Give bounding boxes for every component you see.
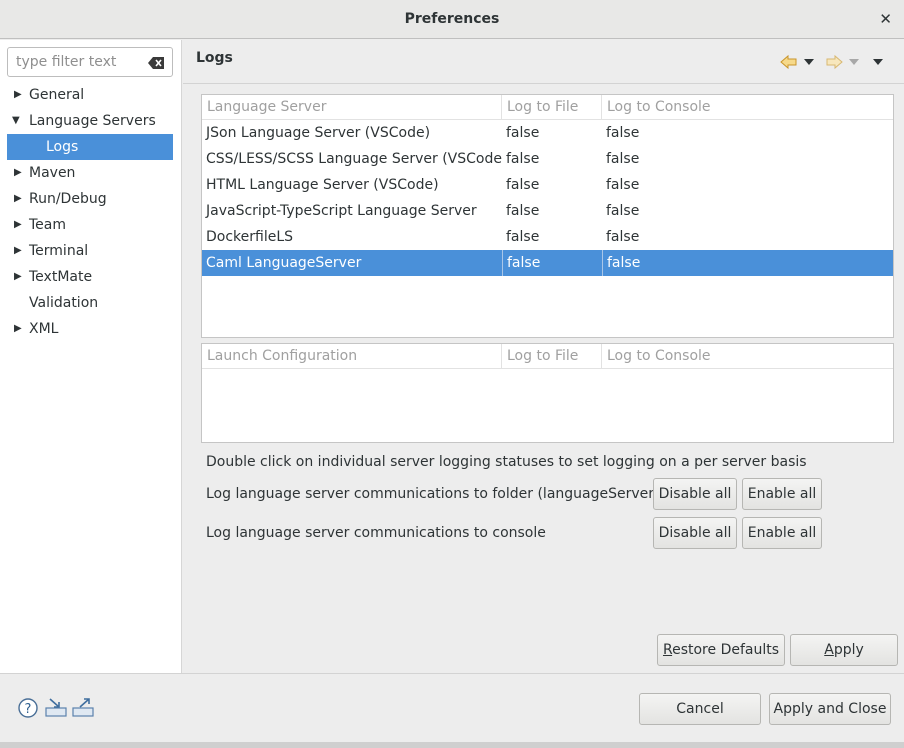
language-servers-table: Language Server Log to File Log to Conso… bbox=[201, 94, 894, 338]
tree-item-terminal[interactable]: ▶ Terminal bbox=[0, 238, 182, 264]
tree-item-label: Run/Debug bbox=[29, 191, 107, 207]
tree-item-label: Team bbox=[29, 217, 67, 233]
collapse-arrow-icon[interactable]: ▼ bbox=[12, 108, 20, 134]
tree-item-general[interactable]: ▶ General bbox=[0, 82, 182, 108]
preferences-tree-panel: ▶ General ▼ Language Servers Logs ▶ Mave… bbox=[0, 40, 182, 673]
import-icon[interactable] bbox=[45, 698, 67, 718]
page-title: Logs bbox=[196, 50, 233, 66]
tree-item-logs[interactable]: Logs bbox=[7, 134, 173, 160]
header-divider bbox=[183, 83, 904, 84]
cell-log-to-console[interactable]: false bbox=[602, 198, 893, 224]
table-row[interactable]: Caml LanguageServer false false bbox=[202, 250, 893, 276]
table-header: Language Server Log to File Log to Conso… bbox=[202, 95, 893, 120]
log-to-folder-label: Log language server communications to fo… bbox=[206, 486, 694, 502]
expand-arrow-icon[interactable]: ▶ bbox=[14, 186, 22, 212]
tree-item-maven[interactable]: ▶ Maven bbox=[0, 160, 182, 186]
tree-item-run-debug[interactable]: ▶ Run/Debug bbox=[0, 186, 182, 212]
dialog-button-bar: ? Cancel Apply and Close bbox=[0, 673, 904, 742]
column-header-log-to-file[interactable]: Log to File bbox=[502, 95, 602, 120]
forward-menu-chevron-down-icon[interactable] bbox=[849, 59, 859, 65]
apply-button[interactable]: Apply bbox=[790, 634, 898, 666]
cell-server-name[interactable]: CSS/LESS/SCSS Language Server (VSCode) bbox=[202, 146, 502, 172]
export-icon[interactable] bbox=[72, 698, 94, 718]
close-icon[interactable]: ✕ bbox=[879, 10, 892, 28]
launch-configurations-table: Launch Configuration Log to File Log to … bbox=[201, 343, 894, 443]
cell-log-to-file[interactable]: false bbox=[502, 146, 602, 172]
table-row[interactable]: JavaScript-TypeScript Language Server fal… bbox=[202, 198, 893, 224]
cell-server-name[interactable]: JSon Language Server (VSCode) bbox=[202, 120, 502, 146]
tree-item-label: Language Servers bbox=[29, 113, 156, 129]
expand-arrow-icon[interactable]: ▶ bbox=[14, 238, 22, 264]
folder-enable-all-button[interactable]: Enable all bbox=[742, 478, 822, 510]
tree-item-xml[interactable]: ▶ XML bbox=[0, 316, 182, 342]
column-header-log-to-console[interactable]: Log to Console bbox=[602, 344, 893, 369]
cell-log-to-console[interactable]: false bbox=[602, 250, 893, 276]
filter-box bbox=[7, 47, 173, 77]
clear-filter-icon[interactable] bbox=[148, 57, 164, 69]
expand-arrow-icon[interactable]: ▶ bbox=[14, 264, 22, 290]
hint-text: Double click on individual server loggin… bbox=[206, 454, 807, 470]
tree-item-validation[interactable]: Validation bbox=[0, 290, 182, 316]
preferences-window: Preferences ✕ ▶ General ▼ Language Serve… bbox=[0, 0, 904, 742]
console-enable-all-button[interactable]: Enable all bbox=[742, 517, 822, 549]
table-row[interactable]: DockerfileLS false false bbox=[202, 224, 893, 250]
filter-input[interactable] bbox=[8, 48, 146, 76]
back-menu-chevron-down-icon[interactable] bbox=[804, 59, 814, 65]
cell-server-name[interactable]: Caml LanguageServer bbox=[202, 250, 502, 276]
cell-server-name[interactable]: DockerfileLS bbox=[202, 224, 502, 250]
tree-item-team[interactable]: ▶ Team bbox=[0, 212, 182, 238]
cell-log-to-console[interactable]: false bbox=[602, 172, 893, 198]
cell-log-to-file[interactable]: false bbox=[502, 198, 602, 224]
column-header-log-to-file[interactable]: Log to File bbox=[502, 344, 602, 369]
cell-server-name[interactable]: HTML Language Server (VSCode) bbox=[202, 172, 502, 198]
view-menu-chevron-down-icon[interactable] bbox=[873, 59, 883, 65]
cell-log-to-console[interactable]: false bbox=[602, 146, 893, 172]
title-bar: Preferences ✕ bbox=[0, 0, 904, 39]
expand-arrow-icon[interactable]: ▶ bbox=[14, 212, 22, 238]
back-arrow-icon[interactable] bbox=[780, 54, 798, 70]
cell-log-to-file[interactable]: false bbox=[502, 250, 602, 276]
cell-server-name[interactable]: JavaScript-TypeScript Language Server bbox=[202, 198, 502, 224]
cell-log-to-file[interactable]: false bbox=[502, 172, 602, 198]
tree-item-label: TextMate bbox=[29, 269, 93, 285]
restore-defaults-button[interactable]: Restore Defaults bbox=[657, 634, 785, 666]
table-row[interactable]: JSon Language Server (VSCode) false false bbox=[202, 120, 893, 146]
expand-arrow-icon[interactable]: ▶ bbox=[14, 160, 22, 186]
column-header-language-server[interactable]: Language Server bbox=[202, 95, 502, 120]
expand-arrow-icon[interactable]: ▶ bbox=[14, 316, 22, 342]
column-header-launch-configuration[interactable]: Launch Configuration bbox=[202, 344, 502, 369]
cell-log-to-file[interactable]: false bbox=[502, 224, 602, 250]
tree-item-label: General bbox=[29, 87, 85, 103]
tree-item-textmate[interactable]: ▶ TextMate bbox=[0, 264, 182, 290]
svg-text:?: ? bbox=[25, 702, 32, 717]
forward-arrow-icon[interactable] bbox=[825, 54, 843, 70]
tree-item-label: Maven bbox=[29, 165, 76, 181]
cell-log-to-file[interactable]: false bbox=[502, 120, 602, 146]
preference-page: Logs Language Server Log to File Log to … bbox=[183, 40, 904, 673]
table-row[interactable]: CSS/LESS/SCSS Language Server (VSCode) fa… bbox=[202, 146, 893, 172]
window-title: Preferences bbox=[404, 11, 500, 27]
table-row[interactable]: HTML Language Server (VSCode) false false bbox=[202, 172, 893, 198]
tree-item-label: XML bbox=[29, 321, 59, 337]
tree-item-language-servers[interactable]: ▼ Language Servers bbox=[0, 108, 182, 134]
apply-and-close-button[interactable]: Apply and Close bbox=[769, 693, 891, 725]
tree-item-label: Terminal bbox=[29, 243, 89, 259]
help-icon[interactable]: ? bbox=[18, 698, 38, 718]
expand-arrow-icon[interactable]: ▶ bbox=[14, 82, 22, 108]
column-header-log-to-console[interactable]: Log to Console bbox=[602, 95, 893, 120]
tree-item-label: Validation bbox=[29, 295, 99, 311]
tree-item-label: Logs bbox=[46, 139, 79, 155]
log-to-console-label: Log language server communications to co… bbox=[206, 525, 546, 541]
table-header: Launch Configuration Log to File Log to … bbox=[202, 344, 893, 369]
cell-log-to-console[interactable]: false bbox=[602, 224, 893, 250]
cell-log-to-console[interactable]: false bbox=[602, 120, 893, 146]
console-disable-all-button[interactable]: Disable all bbox=[653, 517, 737, 549]
cancel-button[interactable]: Cancel bbox=[639, 693, 761, 725]
folder-disable-all-button[interactable]: Disable all bbox=[653, 478, 737, 510]
page-navigation bbox=[780, 54, 890, 70]
